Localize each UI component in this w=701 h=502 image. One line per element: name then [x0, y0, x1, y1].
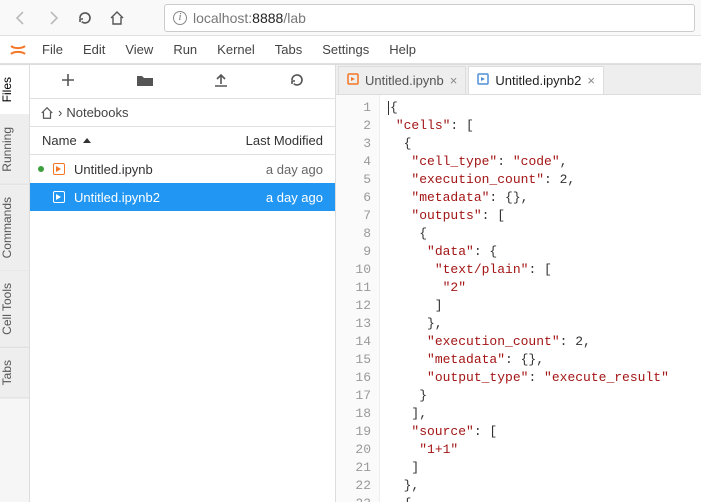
- menu-kernel[interactable]: Kernel: [207, 36, 265, 63]
- main-area: FilesRunningCommandsCell ToolsTabs › Not…: [0, 64, 701, 502]
- notebook-icon: [52, 190, 66, 204]
- menu-view[interactable]: View: [115, 36, 163, 63]
- side-tab-running[interactable]: Running: [0, 115, 29, 185]
- file-browser-toolbar: [30, 65, 335, 99]
- sort-asc-icon: [83, 137, 91, 145]
- document-tab-bar: Untitled.ipynb × Untitled.ipynb2 ×: [336, 65, 701, 95]
- new-item-button[interactable]: [60, 72, 76, 91]
- home-button[interactable]: [102, 4, 132, 32]
- file-modified: a day ago: [266, 190, 323, 205]
- side-tab-cell-tools[interactable]: Cell Tools: [0, 271, 29, 348]
- side-tab-files[interactable]: Files: [0, 65, 29, 115]
- menu-edit[interactable]: Edit: [73, 36, 115, 63]
- editor-area: Untitled.ipynb × Untitled.ipynb2 × 12345678…: [336, 65, 701, 502]
- close-icon[interactable]: ×: [587, 73, 595, 88]
- code-content[interactable]: { "cells": [ { "cell_type": "code", "exe…: [380, 95, 677, 502]
- file-name: Untitled.ipynb2: [74, 190, 258, 205]
- document-tab[interactable]: Untitled.ipynb2 ×: [468, 66, 604, 94]
- document-tab[interactable]: Untitled.ipynb ×: [338, 66, 466, 94]
- home-icon: [40, 106, 54, 120]
- breadcrumb-folder[interactable]: Notebooks: [66, 105, 128, 120]
- file-name: Untitled.ipynb: [74, 162, 258, 177]
- forward-button[interactable]: [38, 4, 68, 32]
- header-name[interactable]: Name: [42, 133, 77, 148]
- back-button[interactable]: [6, 4, 36, 32]
- menu-run[interactable]: Run: [163, 36, 207, 63]
- file-row[interactable]: Untitled.ipynb a day ago: [30, 155, 335, 183]
- refresh-button[interactable]: [289, 72, 305, 91]
- notebook-icon: [52, 162, 66, 176]
- info-icon: i: [173, 11, 187, 25]
- header-modified[interactable]: Last Modified: [246, 133, 323, 148]
- browser-toolbar: i localhost:8888/lab: [0, 0, 701, 36]
- close-icon[interactable]: ×: [450, 73, 458, 88]
- code-editor[interactable]: 1234567891011121314151617181920212223 { …: [336, 95, 701, 502]
- jupyter-logo[interactable]: [4, 36, 32, 64]
- side-tab-commands[interactable]: Commands: [0, 185, 29, 271]
- breadcrumb[interactable]: › Notebooks: [30, 99, 335, 127]
- side-tab-tabs[interactable]: Tabs: [0, 348, 29, 398]
- menu-tabs[interactable]: Tabs: [265, 36, 312, 63]
- menu-file[interactable]: File: [32, 36, 73, 63]
- file-modified: a day ago: [266, 162, 323, 177]
- notebook-icon: [477, 73, 489, 88]
- url-bar[interactable]: i localhost:8888/lab: [164, 4, 695, 32]
- notebook-icon: [347, 73, 359, 88]
- running-indicator: [38, 194, 44, 200]
- upload-button[interactable]: [213, 72, 229, 91]
- reload-button[interactable]: [70, 4, 100, 32]
- url-text: localhost:8888/lab: [193, 10, 306, 26]
- file-list: Untitled.ipynb a day ago Untitled.ipynb2 a …: [30, 155, 335, 502]
- file-list-header: Name Last Modified: [30, 127, 335, 155]
- side-tab-strip: FilesRunningCommandsCell ToolsTabs: [0, 65, 30, 502]
- tab-label: Untitled.ipynb2: [495, 73, 581, 88]
- menu-settings[interactable]: Settings: [312, 36, 379, 63]
- file-row[interactable]: Untitled.ipynb2 a day ago: [30, 183, 335, 211]
- new-folder-button[interactable]: [136, 73, 154, 90]
- menu-bar: FileEditViewRunKernelTabsSettingsHelp: [0, 36, 701, 64]
- file-browser-panel: › Notebooks Name Last Modified Untitled.…: [30, 65, 336, 502]
- running-indicator: [38, 166, 44, 172]
- tab-label: Untitled.ipynb: [365, 73, 444, 88]
- menu-help[interactable]: Help: [379, 36, 426, 63]
- line-number-gutter: 1234567891011121314151617181920212223: [336, 95, 380, 502]
- breadcrumb-sep: ›: [58, 105, 62, 120]
